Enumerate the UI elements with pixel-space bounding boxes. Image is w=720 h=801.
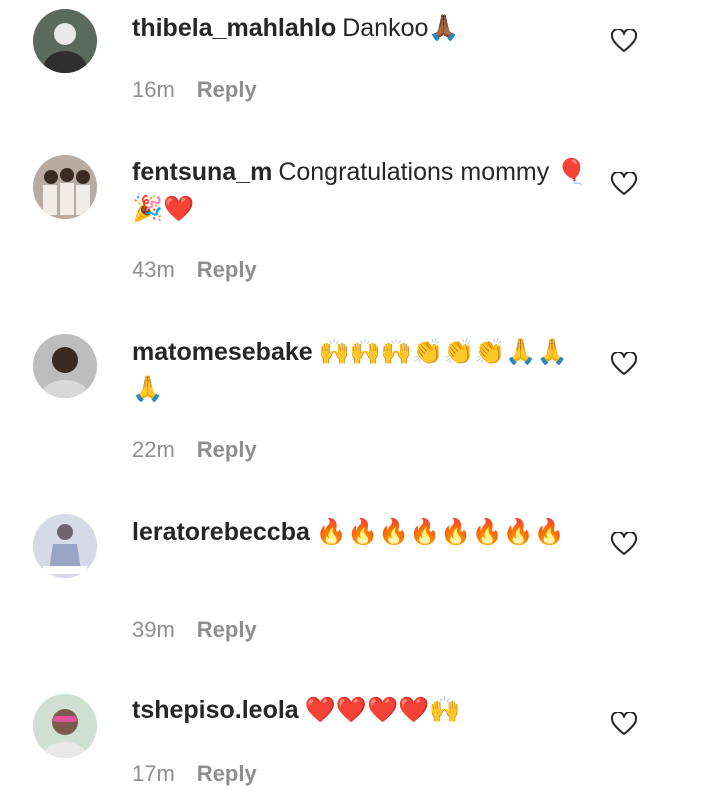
avatar-image bbox=[33, 155, 97, 219]
comment-meta: 43m Reply bbox=[132, 257, 257, 283]
reply-button[interactable]: Reply bbox=[197, 761, 257, 786]
comment-meta: 39m Reply bbox=[132, 617, 257, 643]
comment-meta: 16m Reply bbox=[132, 77, 257, 103]
avatar-image bbox=[33, 9, 97, 73]
comment-meta: 17m Reply bbox=[132, 761, 257, 787]
avatar[interactable] bbox=[33, 514, 97, 578]
avatar[interactable] bbox=[33, 155, 97, 219]
reply-button[interactable]: Reply bbox=[197, 77, 257, 102]
comment-text: Dankoo🙏🏾 bbox=[342, 14, 460, 42]
comment-meta: 22m Reply bbox=[132, 437, 257, 463]
comment-text: 🔥🔥🔥🔥🔥🔥🔥🔥 bbox=[315, 518, 565, 546]
comment-body: matomesebake 🙌🙌🙌👏👏👏🙏🙏🙏 bbox=[132, 334, 592, 408]
reply-button[interactable]: Reply bbox=[197, 257, 257, 282]
avatar[interactable] bbox=[33, 9, 97, 73]
comment-text: ❤️❤️❤️❤️🙌 bbox=[304, 696, 461, 724]
comment-username[interactable]: leratorebeccba bbox=[132, 518, 310, 546]
comment-time: 17m bbox=[132, 761, 175, 786]
comment-username[interactable]: matomesebake bbox=[132, 338, 313, 366]
like-heart-icon[interactable] bbox=[611, 532, 637, 556]
comment-body: thibela_mahlahlo Dankoo🙏🏾 bbox=[132, 10, 592, 47]
avatar-image bbox=[33, 694, 97, 758]
comment-username[interactable]: tshepiso.leola bbox=[132, 696, 299, 724]
comment-time: 16m bbox=[132, 77, 175, 102]
comment-username[interactable]: thibela_mahlahlo bbox=[132, 14, 336, 42]
like-heart-icon[interactable] bbox=[611, 172, 637, 196]
comment-body: tshepiso.leola ❤️❤️❤️❤️🙌 bbox=[132, 692, 592, 729]
like-heart-icon[interactable] bbox=[611, 712, 637, 736]
like-heart-icon[interactable] bbox=[611, 29, 637, 53]
avatar[interactable] bbox=[33, 694, 97, 758]
comment-time: 39m bbox=[132, 617, 175, 642]
comment-username[interactable]: fentsuna_m bbox=[132, 158, 272, 186]
avatar-image bbox=[33, 514, 97, 578]
comment-body: leratorebeccba 🔥🔥🔥🔥🔥🔥🔥🔥 bbox=[132, 514, 592, 551]
avatar[interactable] bbox=[33, 334, 97, 398]
avatar-image bbox=[33, 334, 97, 398]
reply-button[interactable]: Reply bbox=[197, 437, 257, 462]
like-heart-icon[interactable] bbox=[611, 352, 637, 376]
comment-body: fentsuna_m Congratulations mommy 🎈🎉❤️ bbox=[132, 154, 592, 228]
reply-button[interactable]: Reply bbox=[197, 617, 257, 642]
comment-time: 43m bbox=[132, 257, 175, 282]
comment-time: 22m bbox=[132, 437, 175, 462]
